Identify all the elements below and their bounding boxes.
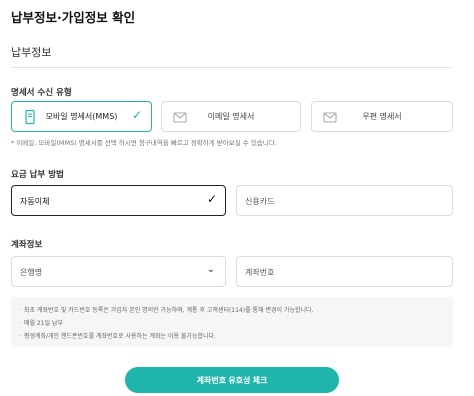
page-title: 납부정보·가입정보 확인 [11, 10, 136, 25]
bill-type-note: * 이메일, 모바일(MMS) 명세서를 선택 하시면 청구내역을 빠르고 정확… [11, 139, 277, 147]
bill-option-mail-label: 우편 명세서 [362, 112, 402, 121]
bill-option-email[interactable]: 이메일 명세서 [161, 101, 301, 132]
bill-option-mail[interactable]: 우편 명세서 [311, 101, 453, 132]
payment-option-auto-transfer[interactable]: 자동이체 ✓ [11, 185, 226, 216]
bill-option-mms-label: 모바일 명세서(MMS) [45, 112, 118, 121]
check-icon: ✓ [131, 108, 142, 122]
bill-type-label: 명세서 수신 유형 [11, 88, 72, 98]
payment-method-label: 요금 납부 방법 [11, 170, 64, 180]
divider [11, 67, 451, 68]
account-number-input[interactable]: 계좌번호 [236, 256, 453, 287]
info-item: 평생계좌/개인 핸드폰번호를 계좌번호로 사용하는 계좌는 이용 불가능합니다. [19, 331, 216, 340]
info-item: 최초 계좌번호 및 카드번호 등록은 가입자 본인 명의만 가능하며, 계통 후… [19, 305, 314, 314]
account-label: 계좌정보 [11, 240, 43, 250]
bill-option-mms[interactable]: 모바일 명세서(MMS) ✓ [11, 101, 152, 132]
section-title: 납부정보 [11, 46, 52, 59]
bank-select-placeholder: 은행명 [20, 268, 43, 277]
chevron-down-icon: ⌄ [206, 264, 215, 275]
info-item: 매월 21일 납부 [19, 318, 63, 327]
account-validity-check-button[interactable]: 계좌번호 유효성 체크 [125, 367, 339, 393]
bill-option-email-label: 이메일 명세서 [207, 112, 255, 121]
account-number-placeholder: 계좌번호 [245, 268, 275, 277]
payment-option-auto-transfer-label: 자동이체 [20, 197, 50, 206]
info-box: 최초 계좌번호 및 카드번호 등록은 가입자 본인 명의만 가능하며, 계통 후… [11, 297, 453, 347]
check-icon: ✓ [206, 192, 217, 206]
bank-select[interactable]: 은행명 ⌄ [11, 256, 226, 287]
payment-option-credit-card-label: 신용카드 [245, 197, 275, 206]
payment-option-credit-card[interactable]: 신용카드 [236, 185, 453, 216]
